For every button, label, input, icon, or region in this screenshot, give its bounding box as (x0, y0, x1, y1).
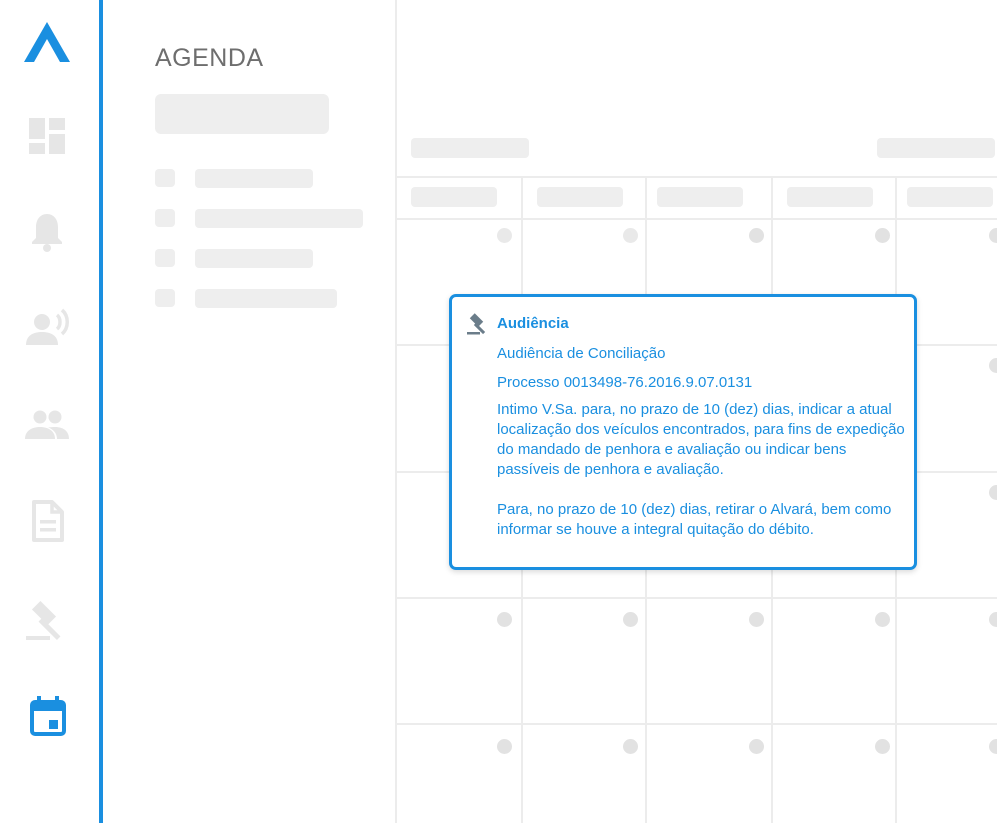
sidebar-item-processes[interactable] (24, 600, 70, 646)
day-marker[interactable] (989, 739, 997, 754)
day-marker[interactable] (623, 228, 638, 243)
day-marker[interactable] (497, 739, 512, 754)
filter-checkbox-placeholder[interactable] (155, 249, 175, 267)
weekday-header-placeholder (787, 187, 873, 207)
sidebar-item-dashboard[interactable] (24, 115, 70, 161)
filter-label-placeholder (195, 249, 313, 268)
day-marker[interactable] (749, 612, 764, 627)
day-marker[interactable] (497, 228, 512, 243)
calendar-grid-line (397, 218, 997, 220)
people-icon (24, 401, 70, 452)
dashboard-icon (24, 113, 70, 164)
bell-icon (24, 208, 70, 259)
day-marker[interactable] (497, 612, 512, 627)
day-marker[interactable] (875, 228, 890, 243)
calendar-grid-line (397, 723, 997, 725)
calendar-nav-placeholder[interactable] (877, 138, 995, 158)
page-title: AGENDA (155, 44, 264, 72)
gavel-icon (466, 312, 490, 336)
person-voice-icon (24, 305, 70, 356)
filter-label-placeholder (195, 289, 337, 308)
event-subtitle: Audiência de Conciliação (497, 345, 666, 362)
filter-label-placeholder (195, 209, 363, 228)
sidebar-item-clients[interactable] (24, 307, 70, 353)
day-marker[interactable] (749, 739, 764, 754)
day-marker[interactable] (623, 739, 638, 754)
event-description: Intimo V.Sa. para, no prazo de 10 (dez) … (497, 401, 905, 478)
document-icon (24, 498, 70, 549)
weekday-header-placeholder (411, 187, 497, 207)
calendar-grid-line (397, 597, 997, 599)
filter-checkbox-placeholder[interactable] (155, 169, 175, 187)
sidebar-item-documents[interactable] (24, 498, 70, 549)
event-title: Audiência (497, 315, 569, 332)
event-process-number: Processo 0013498-76.2016.9.07.0131 (497, 374, 753, 391)
calendar-icon (24, 694, 70, 745)
day-marker[interactable] (749, 228, 764, 243)
event-popup[interactable]: Audiência Audiência de Conciliação Proce… (449, 294, 917, 570)
day-marker[interactable] (989, 485, 997, 500)
weekday-header-placeholder (537, 187, 623, 207)
gavel-icon (24, 598, 70, 649)
sidebar-item-notifications[interactable] (24, 210, 70, 256)
panel-divider (395, 0, 397, 823)
weekday-header-placeholder (657, 187, 743, 207)
search-placeholder[interactable] (155, 94, 329, 134)
sidebar-item-team[interactable] (24, 403, 70, 449)
sidebar (0, 0, 100, 823)
event-description: Para, no prazo de 10 (dez) dias, retirar… (497, 501, 892, 538)
day-marker[interactable] (989, 612, 997, 627)
filter-checkbox-placeholder[interactable] (155, 289, 175, 307)
filter-label-placeholder (195, 169, 313, 188)
day-marker[interactable] (623, 612, 638, 627)
day-marker[interactable] (875, 739, 890, 754)
weekday-header-placeholder (907, 187, 993, 207)
filter-checkbox-placeholder[interactable] (155, 209, 175, 227)
day-marker[interactable] (989, 228, 997, 243)
app-logo[interactable] (22, 20, 72, 66)
day-marker[interactable] (875, 612, 890, 627)
calendar-grid-line (397, 176, 997, 178)
calendar-month-placeholder (411, 138, 529, 158)
sidebar-item-agenda[interactable] (24, 694, 70, 745)
day-marker[interactable] (989, 358, 997, 373)
